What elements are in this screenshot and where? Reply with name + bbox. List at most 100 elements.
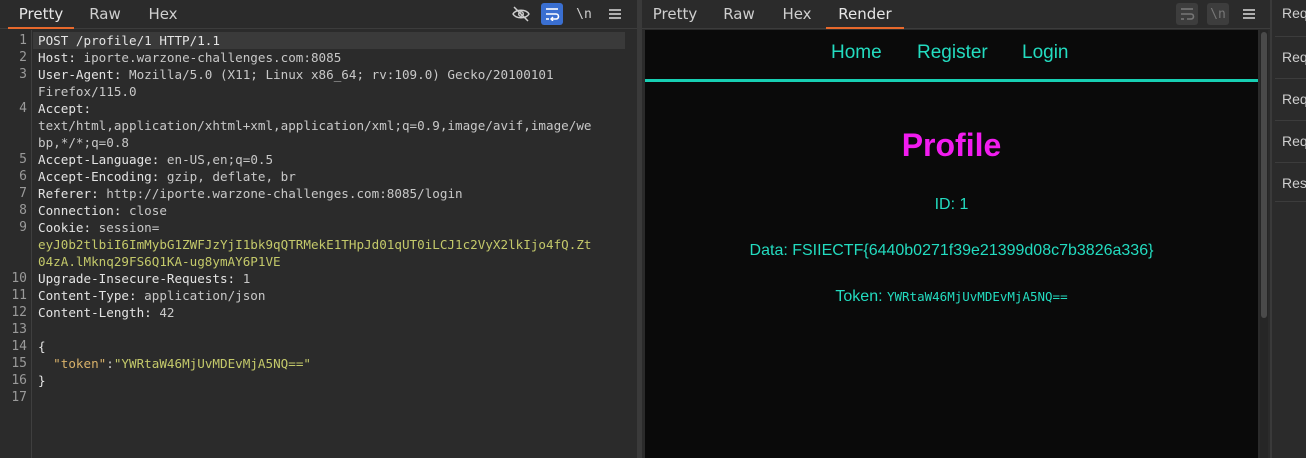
menu-icon[interactable] — [1238, 3, 1260, 25]
code-line[interactable]: Upgrade-Insecure-Requests: 1 — [38, 270, 250, 287]
header-name: Accept: — [38, 101, 92, 116]
scrollbar-thumb[interactable] — [1261, 32, 1267, 318]
code-line[interactable]: Connection: close — [38, 202, 167, 219]
line-number: 11 — [11, 288, 27, 303]
code-line[interactable]: Firefox/115.0 — [38, 83, 137, 100]
header-value: http://iporte.warzone-challenges.com:808… — [98, 186, 463, 201]
code-line[interactable]: eyJ0b2tlbiI6ImMybG1ZWFJzYjI1bk9qQTRMekE1… — [38, 236, 592, 253]
inspector-item[interactable]: Req — [1275, 78, 1306, 118]
line-number: 6 — [19, 169, 27, 184]
nav-login-link[interactable]: Login — [1022, 42, 1069, 64]
inspector-item[interactable]: Req — [1275, 0, 1306, 33]
cookie-value: 04zA.lMknq29FS6Q1KA-ug8ymAY6P1VE — [38, 254, 281, 269]
code-line[interactable]: Cookie: session= — [38, 219, 159, 236]
header-value: text/html,application/xhtml+xml,applicat… — [38, 118, 592, 133]
header-name: POST /profile/1 HTTP/1.1 — [38, 33, 220, 48]
inspector-item[interactable]: Req — [1275, 36, 1306, 76]
nav-register-link[interactable]: Register — [917, 42, 988, 64]
profile-id: ID: 1 — [934, 196, 969, 213]
line-number: 10 — [11, 271, 27, 286]
code-line[interactable]: } — [38, 372, 46, 389]
line-number: 3 — [19, 67, 27, 82]
code-line[interactable]: bp,*/*;q=0.8 — [38, 134, 129, 151]
header-value: application/json — [136, 288, 266, 303]
token-label: Token: — [835, 288, 887, 305]
code-line[interactable]: User-Agent: Mozilla/5.0 (X11; Linux x86_… — [38, 66, 554, 83]
inspector-item[interactable]: Res — [1275, 162, 1306, 202]
code-line[interactable]: "token":"YWRtaW46MjUvMDEvMjA5NQ==" — [38, 355, 311, 372]
line-number: 1 — [19, 33, 27, 48]
request-editor[interactable]: 1 2 3 4 5 6 7 8 9 10 11 12 13 14 15 16 17 POST /profile/… — [5, 30, 633, 458]
header-value: 42 — [151, 305, 175, 320]
request-panel: Pretty Raw Hex \n 1 2 3 4 5 6 7 8 9 10 11 12 13 14 15 1… — [0, 0, 637, 458]
json-value: "YWRtaW46MjUvMDEvMjA5NQ==" — [113, 356, 311, 371]
newline-icon[interactable]: \n — [1207, 3, 1229, 25]
response-scrollbar[interactable] — [1260, 30, 1268, 458]
token-value: YWRtaW46MjUvMDEvMjA5NQ== — [886, 289, 1068, 304]
line-number: 7 — [19, 186, 27, 201]
header-value: gzip, deflate, br — [159, 169, 296, 184]
header-name: } — [38, 373, 46, 388]
header-name: Accept-Language: — [38, 152, 160, 167]
response-panel: Pretty Raw Hex Render \n Home Register L… — [642, 0, 1270, 458]
json-separator: : — [106, 356, 114, 371]
header-name: Upgrade-Insecure-Requests: — [38, 271, 236, 286]
line-number: 8 — [19, 203, 27, 218]
line-number: 16 — [11, 373, 27, 388]
request-code[interactable]: POST /profile/1 HTTP/1.1 Host: iporte.war… — [33, 30, 633, 458]
header-name: Content-Length: — [38, 305, 152, 320]
inspector-item[interactable]: Req — [1275, 120, 1306, 160]
code-line[interactable]: Accept-Language: en-US,en;q=0.5 — [38, 151, 273, 168]
code-line[interactable]: text/html,application/xhtml+xml,applicat… — [38, 117, 592, 134]
menu-icon[interactable] — [604, 3, 626, 25]
header-value: close — [121, 203, 167, 218]
tab-pretty[interactable]: Pretty — [8, 0, 74, 29]
wrap-lines-icon[interactable] — [541, 3, 563, 25]
header-value: iporte.warzone-challenges.com:8085 — [75, 50, 342, 65]
header-value: session= — [91, 220, 160, 235]
header-name: Content-Type: — [38, 288, 137, 303]
line-number: 13 — [11, 322, 27, 337]
header-value: Firefox/115.0 — [38, 84, 137, 99]
code-line[interactable]: Accept: — [38, 100, 91, 117]
newline-icon[interactable]: \n — [573, 3, 595, 25]
code-line[interactable]: { — [38, 338, 46, 355]
tab-hex[interactable]: Hex — [142, 0, 184, 29]
header-value: en-US,en;q=0.5 — [159, 152, 274, 167]
header-name: User-Agent: — [38, 67, 122, 82]
inspector-panel: Req Req Req Req Res — [1272, 0, 1306, 458]
tab-raw[interactable]: Raw — [718, 0, 760, 29]
rendered-page: Home Register Login Profile ID: 1 Data: … — [645, 30, 1258, 458]
tab-raw[interactable]: Raw — [80, 0, 130, 29]
code-line[interactable]: Referer: http://iporte.warzone-challenge… — [38, 185, 463, 202]
header-value: 1 — [235, 271, 251, 286]
line-number — [5, 236, 27, 253]
header-name: { — [38, 339, 46, 354]
line-number: 9 — [19, 220, 27, 235]
code-line[interactable]: Content-Length: 42 — [38, 304, 174, 321]
code-line[interactable]: 04zA.lMknq29FS6Q1KA-ug8ymAY6P1VE — [38, 253, 281, 270]
line-number: 2 — [19, 50, 27, 65]
code-line[interactable]: POST /profile/1 HTTP/1.1 — [33, 32, 625, 49]
profile-data: Data: FSIIECTF{6440b0271f39e21399d08c7b3… — [749, 242, 1154, 259]
header-name: Connection: — [38, 203, 122, 218]
header-name: Cookie: — [38, 220, 92, 235]
line-number: 5 — [19, 152, 27, 167]
line-number: 4 — [19, 101, 27, 116]
hide-icon[interactable] — [510, 3, 532, 25]
code-line[interactable]: Accept-Encoding: gzip, deflate, br — [38, 168, 296, 185]
request-tabbar: Pretty Raw Hex \n — [0, 0, 637, 29]
profile-token: Token: YWRtaW46MjUvMDEvMjA5NQ== — [645, 288, 1258, 306]
code-line[interactable]: Content-Type: application/json — [38, 287, 265, 304]
line-number: 17 — [11, 390, 27, 405]
tab-hex[interactable]: Hex — [778, 0, 816, 29]
line-number — [5, 253, 27, 270]
header-value: Mozilla/5.0 (X11; Linux x86_64; rv:109.0… — [121, 67, 554, 82]
wrap-lines-icon[interactable] — [1176, 3, 1198, 25]
line-number-gutter: 1 2 3 4 5 6 7 8 9 10 11 12 13 14 15 16 17 — [5, 30, 32, 458]
cookie-value: eyJ0b2tlbiI6ImMybG1ZWFJzYjI1bk9qQTRMekE1… — [38, 237, 592, 252]
tab-pretty[interactable]: Pretty — [648, 0, 702, 29]
tab-render[interactable]: Render — [826, 0, 904, 29]
code-line[interactable]: Host: iporte.warzone-challenges.com:8085 — [38, 49, 341, 66]
nav-home-link[interactable]: Home — [831, 42, 882, 64]
